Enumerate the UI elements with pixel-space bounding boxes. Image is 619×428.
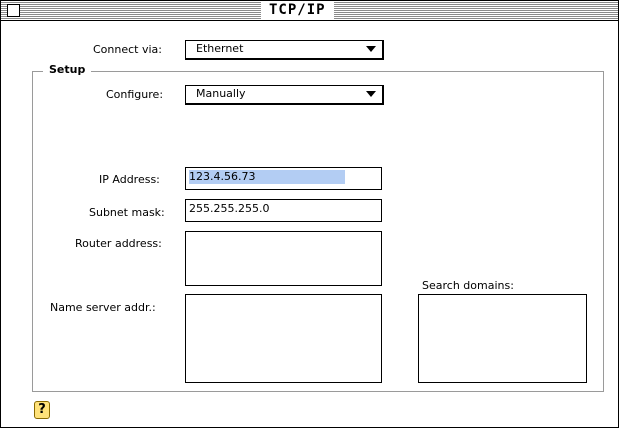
connect-via-value: Ethernet [196,42,244,55]
router-address-field[interactable] [185,231,382,286]
subnet-mask-label: Subnet mask: [89,206,165,219]
connect-via-label: Connect via: [93,43,162,56]
subnet-mask-field[interactable]: 255.255.255.0 [185,199,382,222]
ip-address-field[interactable]: 123.4.56.73 [185,167,382,190]
setup-group-title: Setup [43,63,92,77]
search-domains-field[interactable] [418,294,587,383]
router-address-label: Router address: [75,237,162,250]
help-icon[interactable]: ? [34,401,50,419]
ip-address-value: 123.4.56.73 [189,170,346,184]
name-server-label: Name server addr.: [50,301,156,314]
popup-arrow-icon [366,46,376,52]
connect-via-popup[interactable]: Ethernet [185,40,384,60]
configure-popup[interactable]: Manually [185,85,384,105]
subnet-mask-value: 255.255.255.0 [189,202,270,215]
configure-label: Configure: [106,88,164,101]
close-box-icon[interactable] [7,4,20,17]
search-domains-label: Search domains: [422,279,514,292]
popup-arrow-icon [366,91,376,97]
ip-address-label: IP Address: [99,173,160,186]
title-bar[interactable]: TCP/IP [1,1,618,21]
name-server-field[interactable] [185,294,382,383]
tcpip-window: TCP/IP Connect via: Ethernet Setup Confi… [0,0,619,428]
window-title: TCP/IP [261,2,334,19]
configure-value: Manually [196,87,246,100]
